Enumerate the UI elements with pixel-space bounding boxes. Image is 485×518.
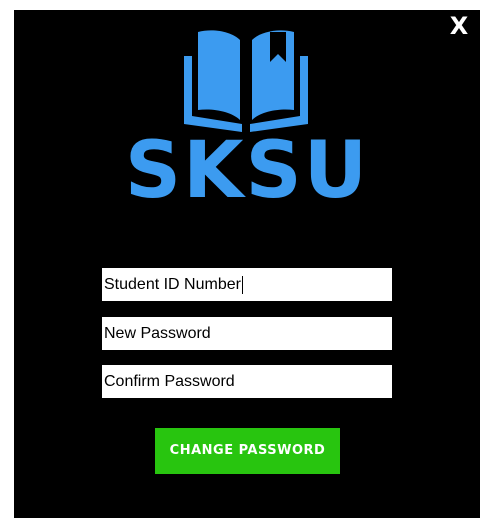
text-caret bbox=[241, 275, 243, 294]
student-id-value: Student ID Number bbox=[104, 276, 241, 293]
logo-text: SKSU bbox=[124, 126, 370, 216]
new-password-input[interactable]: New Password bbox=[102, 317, 392, 350]
new-password-value: New Password bbox=[104, 325, 211, 342]
confirm-password-value: Confirm Password bbox=[104, 373, 235, 390]
student-id-input[interactable]: Student ID Number bbox=[102, 268, 392, 301]
change-password-button[interactable]: CHANGE PASSWORD bbox=[155, 428, 340, 474]
confirm-password-input[interactable]: Confirm Password bbox=[102, 365, 392, 398]
change-password-window: X SKSU Student ID Number New Password Co… bbox=[14, 10, 480, 518]
open-book-icon bbox=[184, 30, 308, 132]
close-button[interactable]: X bbox=[446, 12, 472, 40]
